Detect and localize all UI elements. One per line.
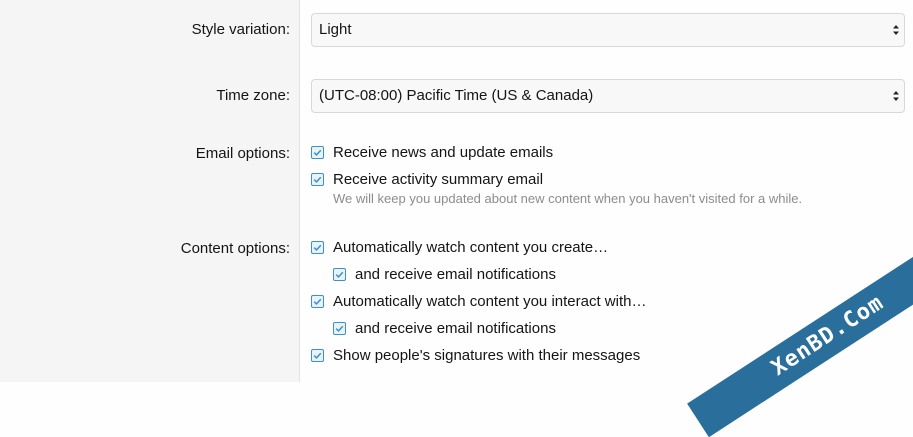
email-options-label: Email options: (195, 145, 290, 162)
checkbox-label: Receive news and update emails (333, 144, 554, 161)
checkmark-icon (313, 352, 322, 359)
watch-created-email-checkbox-row[interactable]: and receive email notifications (333, 266, 556, 283)
checkmark-icon (335, 271, 344, 278)
watermark-banner: XenBD.Com (687, 234, 913, 437)
checkbox[interactable] (311, 241, 324, 254)
checkbox-label: Automatically watch content you interact… (333, 293, 647, 310)
style-variation-select[interactable]: Light (311, 13, 905, 47)
activity-email-hint: We will keep you updated about new conte… (333, 191, 803, 206)
checkbox[interactable] (311, 295, 324, 308)
watch-interacted-checkbox-row[interactable]: Automatically watch content you interact… (311, 293, 646, 310)
checkmark-icon (313, 298, 322, 305)
select-caret-icon (893, 91, 899, 101)
checkbox-label: Show people's signatures with their mess… (333, 347, 641, 364)
style-variation-label: Style variation: (191, 21, 290, 38)
checkbox[interactable] (333, 322, 346, 335)
checkbox-label: Receive activity summary email (333, 171, 544, 188)
time-zone-select[interactable]: (UTC-08:00) Pacific Time (US & Canada) (311, 79, 905, 113)
select-caret-icon (893, 25, 899, 35)
checkbox[interactable] (333, 268, 346, 281)
show-signatures-checkbox-row[interactable]: Show people's signatures with their mess… (311, 347, 640, 364)
checkbox[interactable] (311, 146, 324, 159)
email-news-checkbox-row[interactable]: Receive news and update emails (311, 144, 553, 161)
checkbox-label: and receive email notifications (355, 320, 556, 337)
time-zone-value: (UTC-08:00) Pacific Time (US & Canada) (319, 87, 594, 104)
checkmark-icon (313, 149, 322, 156)
email-activity-checkbox-row[interactable]: Receive activity summary email (311, 171, 543, 188)
time-zone-label: Time zone: (216, 87, 290, 104)
content-options-label: Content options: (180, 240, 290, 257)
style-variation-value: Light (319, 21, 352, 38)
watch-interacted-email-checkbox-row[interactable]: and receive email notifications (333, 320, 556, 337)
label-column (0, 0, 300, 382)
watch-created-checkbox-row[interactable]: Automatically watch content you create… (311, 239, 608, 256)
checkmark-icon (335, 325, 344, 332)
checkmark-icon (313, 176, 322, 183)
checkbox[interactable] (311, 173, 324, 186)
checkbox[interactable] (311, 349, 324, 362)
checkmark-icon (313, 244, 322, 251)
checkbox-label: Automatically watch content you create… (333, 239, 609, 256)
checkbox-label: and receive email notifications (355, 266, 556, 283)
